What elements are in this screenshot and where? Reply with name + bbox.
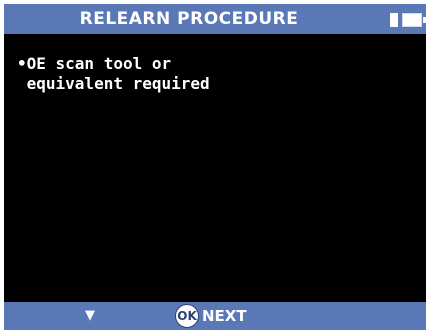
instruction-text: •OE scan tool or equivalent required bbox=[17, 54, 417, 94]
title-bar: RELEARN PROCEDURE bbox=[4, 4, 426, 34]
instruction-line: equivalent required bbox=[17, 74, 210, 93]
device-screen: RELEARN PROCEDURE •OE scan tool or equiv… bbox=[4, 4, 426, 330]
battery-icon bbox=[390, 13, 426, 27]
ok-badge: OK bbox=[175, 304, 199, 328]
down-arrow-icon[interactable]: ▼ bbox=[84, 306, 96, 326]
footer-bar: ▼ OK NEXT bbox=[4, 302, 426, 330]
battery-tip bbox=[423, 17, 426, 23]
battery-cell-filled bbox=[390, 13, 398, 27]
instruction-line: •OE scan tool or bbox=[17, 54, 172, 73]
page-title: RELEARN PROCEDURE bbox=[79, 9, 299, 29]
next-label: NEXT bbox=[202, 307, 247, 325]
ok-next-button[interactable]: OK NEXT bbox=[175, 304, 255, 328]
battery-cell-empty bbox=[402, 13, 422, 27]
